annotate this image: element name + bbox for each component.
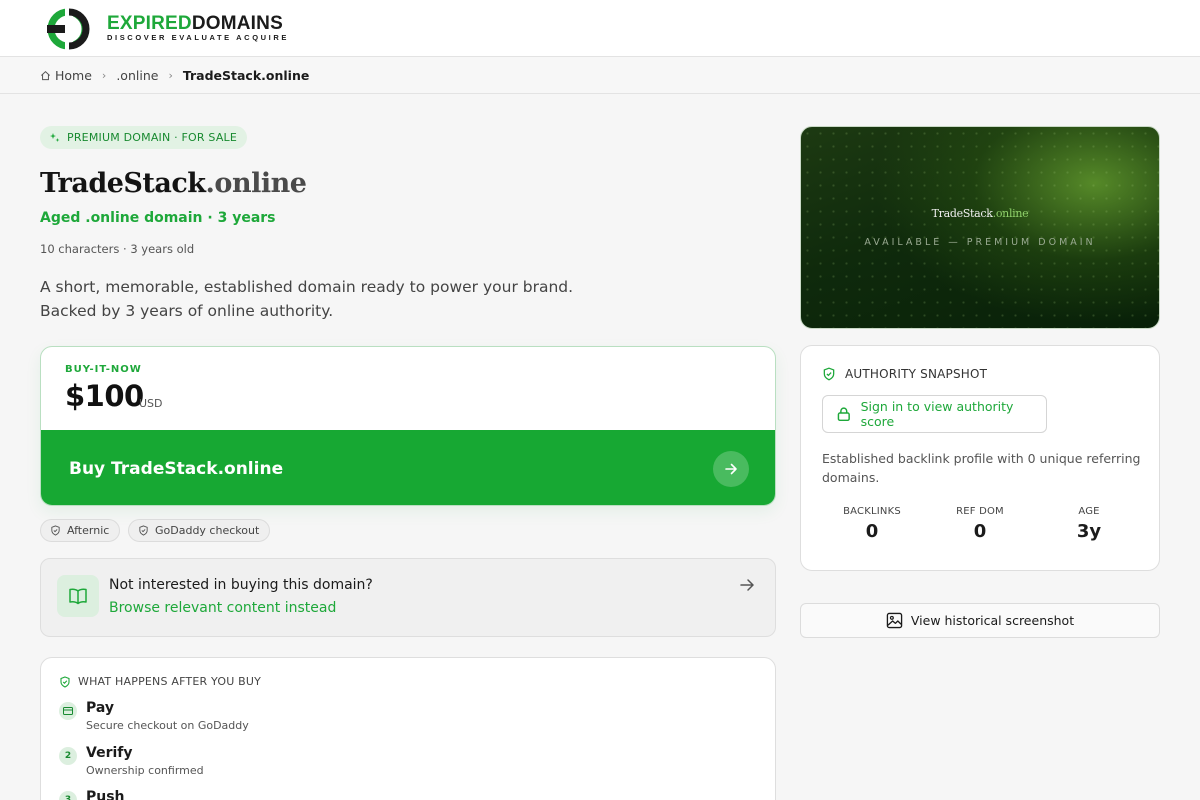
breadcrumb-current: TradeStack.online [182, 67, 310, 83]
stat-ref-domains: REF DOM 0 [930, 506, 1030, 542]
authority-title-label: AUTHORITY SNAPSHOT [845, 367, 988, 381]
stat-label: BACKLINKS [843, 506, 901, 517]
domain-description: A short, memorable, established domain r… [40, 278, 574, 320]
logo-icon[interactable] [47, 8, 95, 50]
shield-icon [139, 525, 148, 536]
shield-check-icon [823, 367, 835, 381]
home-icon [41, 70, 50, 80]
breadcrumb-home-label: Home [55, 67, 92, 83]
site-header: EXPIREDDOMAINS DISCOVER EVALUATE ACQUIRE [0, 0, 1200, 57]
chip-afternic-label: Afternic [67, 524, 110, 537]
view-historical-screenshot-label: View historical screenshot [910, 613, 1075, 628]
step-number: 3 [59, 791, 77, 800]
chevron-right-icon: › [101, 68, 107, 82]
step-title: Pay [86, 700, 115, 716]
domain-name: TradeStack [40, 168, 206, 199]
chip-afternic: Afternic [40, 519, 121, 542]
sparkle-icon [50, 132, 60, 142]
after-purchase-title-label: WHAT HAPPENS AFTER YOU BUY [78, 675, 262, 688]
breadcrumb: Home › .online › TradeStack.online [0, 57, 1200, 94]
shield-icon [51, 525, 60, 536]
logo-word-domains: DOMAINS [191, 13, 283, 34]
stat-age: AGE 3y [1039, 506, 1139, 542]
sign-in-label: Sign in to view authority score [860, 399, 1014, 429]
preview-domain-tld: .online [992, 207, 1029, 220]
stat-value: 3y [1076, 521, 1102, 542]
logo-word-expired: EXPIRED [107, 13, 192, 34]
authority-title: AUTHORITY SNAPSHOT [822, 367, 987, 381]
arrow-right-icon [739, 577, 755, 597]
sign-in-button[interactable]: Sign in to view authority score [822, 395, 1047, 433]
domain-subtitle: Aged .online domain · 3 years [40, 210, 276, 226]
card-icon [59, 702, 77, 720]
stat-value: 0 [973, 521, 987, 542]
step-subtitle: Secure checkout on GoDaddy [86, 719, 249, 732]
stat-label: AGE [1078, 506, 1100, 517]
stat-label: REF DOM [956, 506, 1004, 517]
domain-tld: .online [205, 168, 307, 199]
chip-godaddy: GoDaddy checkout [128, 519, 271, 542]
price-currency: USD [139, 397, 163, 410]
buy-button-label: Buy TradeStack.online [69, 458, 284, 479]
stat-value: 0 [865, 521, 879, 542]
price-card: BUY-IT-NOW $100 USD Buy TradeStack.onlin… [40, 346, 776, 506]
buy-button[interactable]: Buy TradeStack.online [41, 430, 775, 505]
after-purchase-title: WHAT HAPPENS AFTER YOU BUY [59, 675, 261, 688]
logo-tagline: DISCOVER EVALUATE ACQUIRE [107, 33, 289, 42]
preview-domain-name: TradeStack [931, 207, 993, 220]
lock-icon [837, 407, 850, 422]
price-value: $100 [65, 379, 144, 413]
view-historical-screenshot-button[interactable]: View historical screenshot [800, 603, 1160, 638]
step-subtitle: Ownership confirmed [86, 764, 204, 777]
shield-check-icon [60, 675, 70, 688]
step-title: Push [86, 789, 125, 800]
browse-content-title: Not interested in buying this domain? [109, 577, 373, 593]
book-icon [57, 575, 99, 617]
premium-badge: PREMIUM DOMAIN · FOR SALE [40, 126, 248, 149]
dot-pattern [801, 127, 1159, 328]
chip-godaddy-label: GoDaddy checkout [155, 524, 260, 537]
authority-snapshot-card: AUTHORITY SNAPSHOT Sign in to view autho… [800, 345, 1160, 571]
after-purchase-card: WHAT HAPPENS AFTER YOU BUY Pay Secure ch… [40, 657, 776, 800]
step-title: Verify [86, 745, 133, 761]
page-title: TradeStack.online [40, 166, 307, 202]
stat-backlinks: BACKLINKS 0 [822, 506, 922, 542]
step-number: 2 [59, 747, 77, 765]
browse-content-card[interactable]: Not interested in buying this domain? Br… [40, 558, 776, 637]
authority-description: Established backlink profile with 0 uniq… [822, 451, 1141, 485]
logo-text[interactable]: EXPIREDDOMAINS [107, 13, 283, 35]
premium-badge-label: PREMIUM DOMAIN · FOR SALE [67, 131, 238, 144]
breadcrumb-home[interactable]: Home [40, 68, 92, 83]
browse-content-link[interactable]: Browse relevant content instead [109, 600, 336, 616]
preview-tagline: AVAILABLE — PREMIUM DOMAIN [864, 237, 1096, 248]
domain-preview-card: TradeStack.online AVAILABLE — PREMIUM DO… [800, 126, 1160, 329]
chevron-right-icon: › [168, 68, 173, 82]
breadcrumb-tld[interactable]: .online [116, 68, 158, 83]
domain-meta: 10 characters · 3 years old [40, 242, 195, 256]
image-icon [886, 612, 903, 629]
price-label: BUY-IT-NOW [65, 364, 142, 375]
preview-domain: TradeStack.online [801, 207, 1159, 220]
arrow-right-icon [713, 451, 749, 487]
